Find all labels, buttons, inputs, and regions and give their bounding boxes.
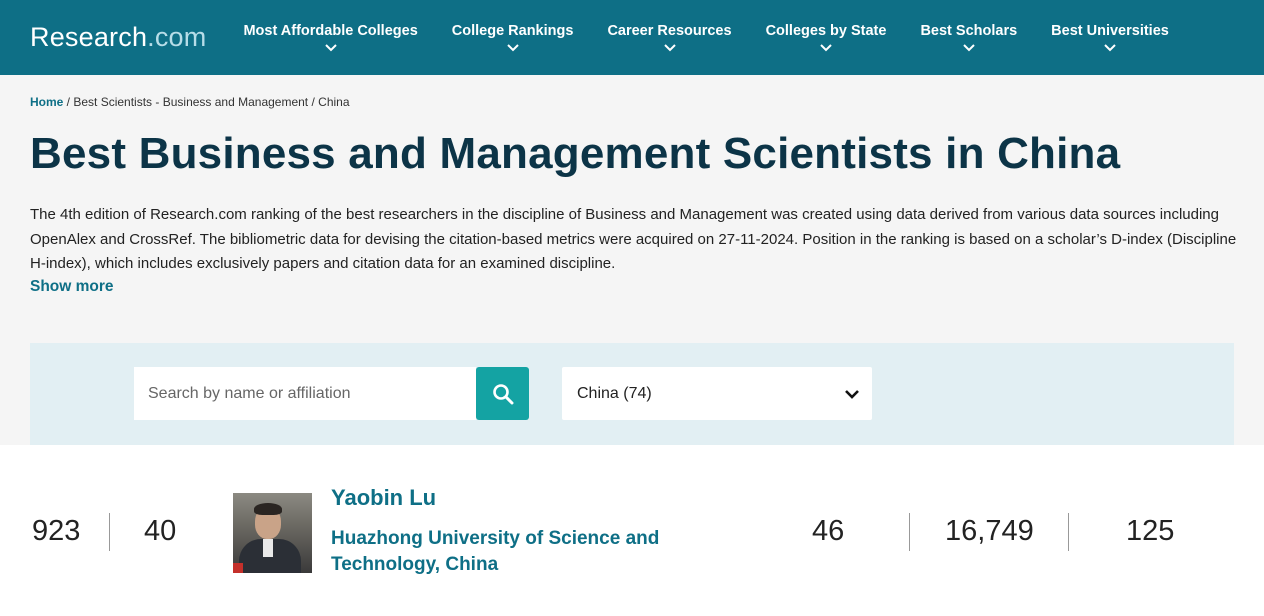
scientist-name-link[interactable]: Yaobin Lu (331, 485, 436, 511)
logo-main: Research (30, 22, 148, 52)
avatar-figure (233, 563, 243, 573)
nav-best-universities[interactable]: Best Universities (1034, 23, 1186, 52)
nav-label: Career Resources (607, 23, 732, 39)
breadcrumb-separator: / (63, 95, 74, 109)
page-description: The 4th edition of Research.com ranking … (30, 206, 1237, 272)
world-rank: 923 (32, 515, 81, 547)
breadcrumb-separator: / (308, 95, 319, 109)
search-button[interactable] (476, 367, 529, 420)
breadcrumb: Home / Best Scientists - Business and Ma… (30, 75, 1234, 109)
search-icon (492, 383, 513, 404)
logo-suffix: .com (147, 22, 207, 52)
site-header: Research.com Most Affordable Colleges Co… (0, 0, 1264, 75)
chevron-down-icon (1104, 44, 1116, 52)
nav-colleges-by-state[interactable]: Colleges by State (749, 23, 904, 52)
chevron-down-icon (506, 44, 519, 52)
nav-label: Colleges by State (765, 23, 887, 39)
nav-label: Best Scholars (920, 23, 1018, 39)
show-more-link[interactable]: Show more (30, 278, 114, 296)
d-index: 46 (812, 515, 845, 547)
citations: 16,749 (945, 515, 1034, 547)
main-nav: Most Affordable Colleges College Ranking… (226, 23, 1185, 52)
publications: 125 (1126, 515, 1175, 547)
chevron-down-icon (963, 44, 975, 52)
filter-bar: China (74) (30, 343, 1234, 445)
avatar-figure (254, 503, 282, 515)
site-logo[interactable]: Research.com (30, 22, 206, 53)
search-input[interactable] (134, 367, 476, 420)
chevron-down-icon (845, 389, 859, 399)
nav-label: College Rankings (451, 23, 574, 39)
nav-label: Best Universities (1051, 23, 1169, 39)
nav-best-scholars[interactable]: Best Scholars (903, 23, 1034, 52)
nav-most-affordable-colleges[interactable]: Most Affordable Colleges (226, 23, 434, 52)
country-select-value: China (74) (577, 384, 652, 402)
breadcrumb-item-scientists[interactable]: Best Scientists - Business and Managemen… (73, 95, 308, 109)
divider (1068, 513, 1069, 551)
chevron-down-icon (663, 44, 676, 52)
scientist-row: 923 40 Yaobin Lu Huazhong University of … (0, 485, 1264, 585)
nav-college-rankings[interactable]: College Rankings (435, 23, 591, 52)
country-select[interactable]: China (74) (562, 367, 872, 420)
national-rank: 40 (144, 515, 177, 547)
avatar-figure (263, 539, 273, 557)
chevron-down-icon (820, 44, 832, 52)
breadcrumb-item-current: China (318, 95, 350, 109)
breadcrumb-home-link[interactable]: Home (30, 95, 63, 109)
divider (109, 513, 110, 551)
scientist-avatar[interactable] (233, 493, 312, 573)
nav-label: Most Affordable Colleges (243, 23, 418, 39)
nav-career-resources[interactable]: Career Resources (590, 23, 748, 52)
results-list: 923 40 Yaobin Lu Huazhong University of … (0, 445, 1264, 616)
scientist-affiliation-link[interactable]: Huazhong University of Science and Techn… (331, 526, 711, 578)
page-title: Best Business and Management Scientists … (30, 129, 1121, 178)
main-content: Home / Best Scientists - Business and Ma… (0, 75, 1264, 296)
search-box (134, 367, 529, 420)
divider (909, 513, 910, 551)
chevron-down-icon (324, 44, 337, 52)
